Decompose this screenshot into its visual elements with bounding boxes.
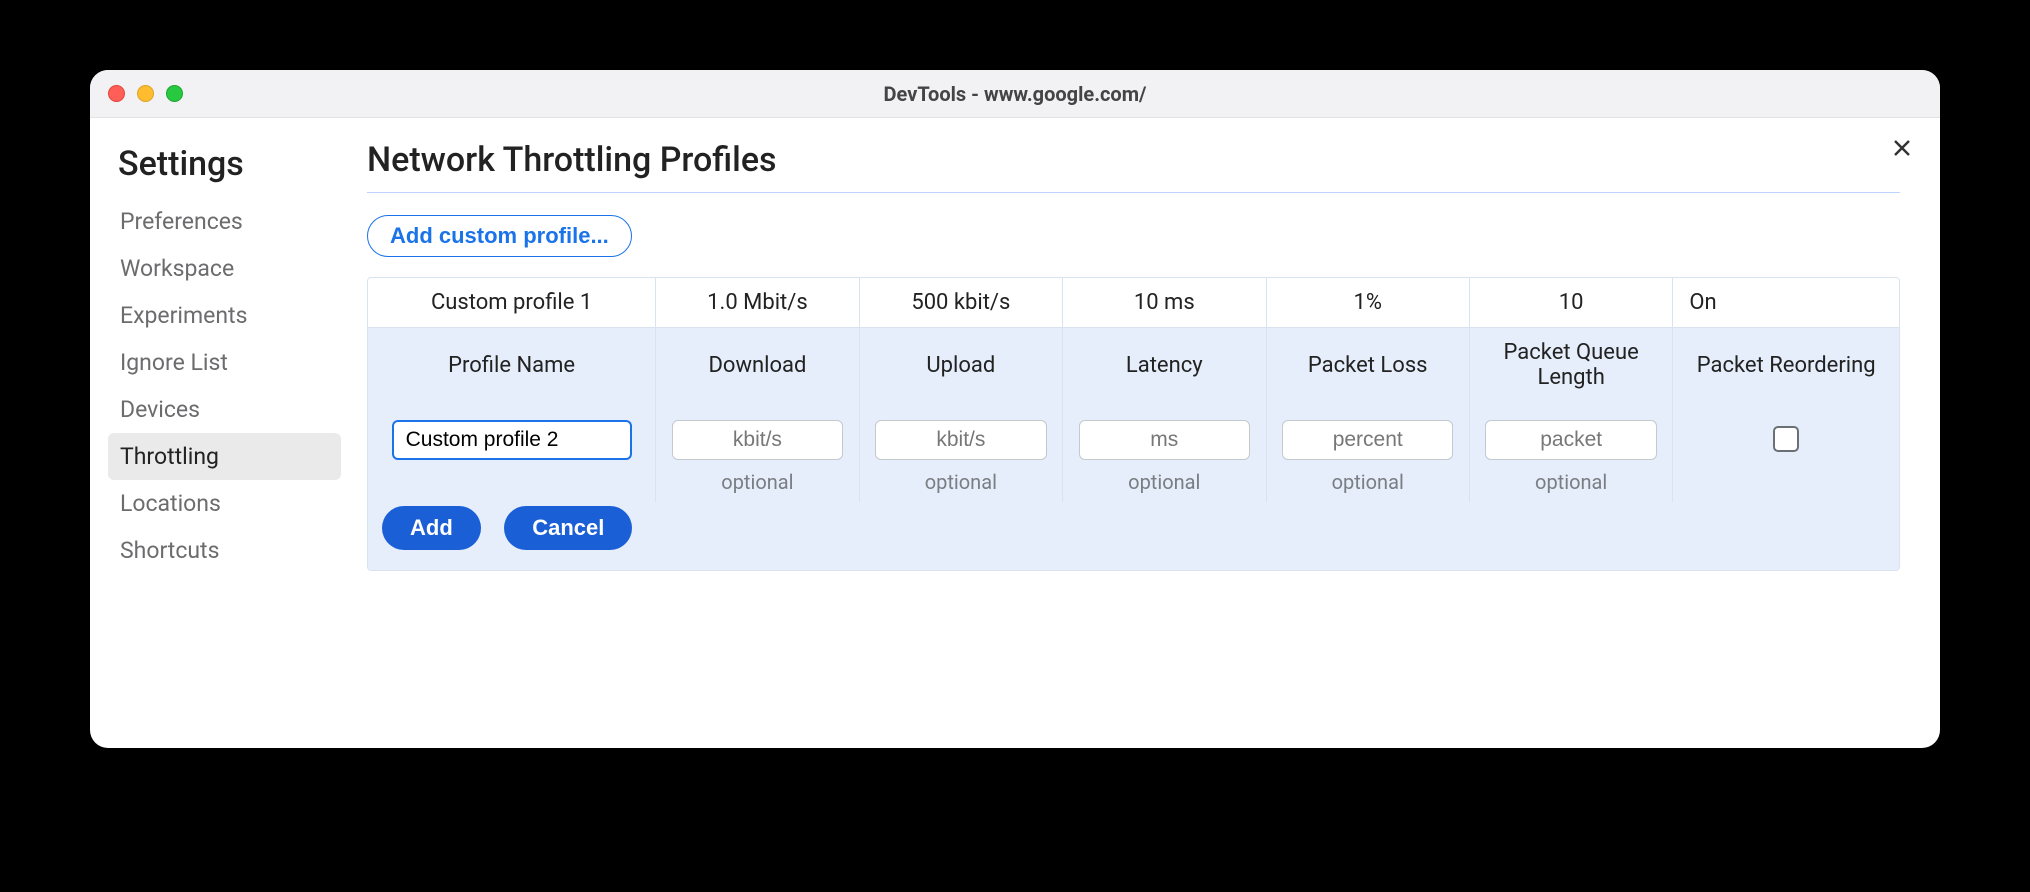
close-icon [1890, 136, 1914, 160]
page-title: Network Throttling Profiles [367, 140, 1900, 180]
sidebar-item-workspace[interactable]: Workspace [108, 245, 341, 292]
add-custom-profile-button[interactable]: Add custom profile... [367, 215, 632, 257]
latency-field[interactable] [1079, 420, 1251, 460]
header-packet-loss: Packet Loss [1266, 328, 1469, 403]
header-queue-length: Packet Queue Length [1469, 328, 1672, 403]
throttling-profiles-table: Custom profile 1 1.0 Mbit/s 500 kbit/s 1… [367, 277, 1900, 571]
divider [367, 192, 1900, 193]
devtools-window: DevTools - www.google.com/ Settings Pref… [90, 70, 1940, 748]
column-headers: Profile Name Download Upload Latency Pac… [368, 328, 1899, 403]
cell-upload: 500 kbit/s [859, 278, 1062, 328]
cell-packet-loss: 1% [1266, 278, 1469, 328]
reordering-checkbox[interactable] [1773, 426, 1799, 452]
download-field[interactable] [672, 420, 844, 460]
optional-label: optional [868, 470, 1054, 494]
optional-label: optional [1478, 470, 1664, 494]
cell-download: 1.0 Mbit/s [656, 278, 859, 328]
settings-sidebar: Settings Preferences Workspace Experimen… [90, 118, 345, 748]
header-latency: Latency [1063, 328, 1266, 403]
cell-profile-name: Custom profile 1 [368, 278, 656, 328]
window-titlebar: DevTools - www.google.com/ [90, 70, 1940, 118]
packet-loss-field[interactable] [1282, 420, 1454, 460]
cell-latency: 10 ms [1063, 278, 1266, 328]
optional-label: optional [1275, 470, 1461, 494]
queue-length-field[interactable] [1485, 420, 1657, 460]
add-button[interactable]: Add [382, 506, 481, 550]
cancel-button[interactable]: Cancel [504, 506, 632, 550]
profile-name-field[interactable] [392, 420, 632, 460]
sidebar-item-preferences[interactable]: Preferences [108, 198, 341, 245]
sidebar-heading: Settings [108, 140, 341, 198]
profile-edit-row: optional optional optional optional [368, 402, 1899, 502]
sidebar-item-devices[interactable]: Devices [108, 386, 341, 433]
header-upload: Upload [859, 328, 1062, 403]
optional-label: optional [664, 470, 850, 494]
profile-row[interactable]: Custom profile 1 1.0 Mbit/s 500 kbit/s 1… [368, 278, 1899, 328]
sidebar-item-ignore-list[interactable]: Ignore List [108, 339, 341, 386]
window-title: DevTools - www.google.com/ [90, 82, 1940, 106]
edit-actions: Add Cancel [368, 502, 1899, 570]
sidebar-item-shortcuts[interactable]: Shortcuts [108, 527, 341, 574]
sidebar-item-locations[interactable]: Locations [108, 480, 341, 527]
cell-reordering: On [1673, 278, 1899, 328]
close-settings-button[interactable] [1890, 136, 1914, 164]
sidebar-item-throttling[interactable]: Throttling [108, 433, 341, 480]
header-reordering: Packet Reordering [1673, 328, 1899, 403]
header-download: Download [656, 328, 859, 403]
optional-label: optional [1071, 470, 1257, 494]
header-profile-name: Profile Name [368, 328, 656, 403]
upload-field[interactable] [875, 420, 1047, 460]
settings-main: Network Throttling Profiles Add custom p… [345, 118, 1940, 748]
sidebar-item-experiments[interactable]: Experiments [108, 292, 341, 339]
cell-queue-length: 10 [1469, 278, 1672, 328]
